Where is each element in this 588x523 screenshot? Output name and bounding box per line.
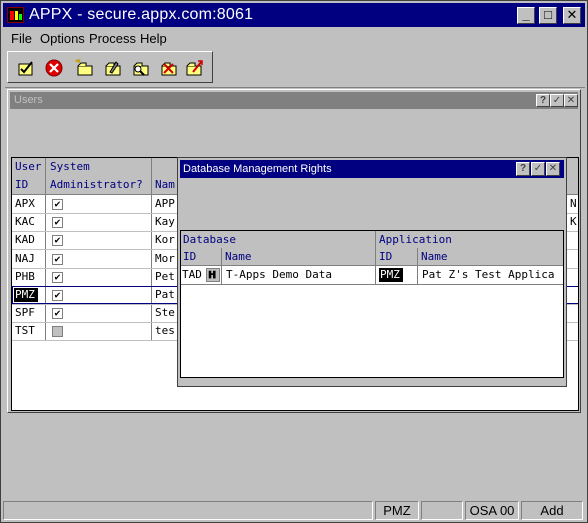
- help-button[interactable]: ?: [516, 162, 530, 176]
- close-button[interactable]: ✕: [563, 7, 581, 24]
- header-user-id: User: [15, 160, 42, 173]
- database-rights-table: Database Application ID Name ID Name TAD…: [180, 230, 564, 378]
- menu-file[interactable]: File: [11, 31, 32, 46]
- system-admin-checkbox[interactable]: ✔: [52, 217, 63, 228]
- change-record-icon[interactable]: [102, 58, 122, 78]
- user-id-cell[interactable]: KAC: [12, 213, 44, 231]
- database-management-rights-window: Database Management Rights ? ✓ ✕ Databas…: [177, 157, 567, 387]
- table-row[interactable]: TAD T-Apps Demo Data PMZ Pat Z's Test Ap…: [181, 266, 563, 284]
- window-title: APPX - secure.appx.com:8061: [29, 6, 254, 23]
- add-record-icon[interactable]: [74, 58, 94, 78]
- users-window-title: Users: [14, 94, 43, 106]
- menu-help[interactable]: Help: [140, 31, 167, 46]
- help-button[interactable]: ?: [536, 94, 550, 107]
- close-button[interactable]: ✕: [564, 94, 578, 107]
- user-id-cell[interactable]: KAD: [12, 231, 44, 249]
- header-db-name: Name: [225, 250, 252, 263]
- menu-options[interactable]: Options: [40, 31, 85, 46]
- header-system-admin: System: [50, 160, 90, 173]
- header-name: Nam: [155, 178, 175, 191]
- user-id-cell[interactable]: APX: [12, 195, 44, 213]
- db-name-cell[interactable]: T-Apps Demo Data: [223, 266, 373, 284]
- user-id-cell[interactable]: PHB: [12, 268, 44, 286]
- system-admin-checkbox[interactable]: ✔: [52, 272, 63, 283]
- ok-button[interactable]: ✓: [531, 162, 545, 176]
- user-id-cell[interactable]: PMZ: [14, 288, 38, 302]
- header-database: Database: [183, 233, 236, 246]
- header-system-admin-line2: Administrator?: [50, 178, 143, 191]
- inquire-record-icon[interactable]: [130, 58, 150, 78]
- dbm-title-bar[interactable]: Database Management Rights ? ✓ ✕: [180, 160, 564, 178]
- check-icon[interactable]: [16, 58, 36, 78]
- system-admin-checkbox[interactable]: ✔: [52, 308, 63, 319]
- header-db-id: ID: [183, 250, 197, 263]
- appx-logo-icon: [7, 7, 24, 23]
- delete-record-icon[interactable]: [158, 58, 178, 78]
- header-user-id-line2: ID: [15, 178, 29, 191]
- system-admin-checkbox[interactable]: ✔: [52, 254, 63, 265]
- user-id-cell[interactable]: TST: [12, 322, 44, 340]
- user-tail-cell: N: [570, 197, 577, 210]
- recycle-icon[interactable]: [184, 58, 204, 78]
- cancel-icon[interactable]: [44, 58, 64, 78]
- app-id-cell[interactable]: PMZ: [379, 268, 403, 282]
- status-process: OSA 00: [465, 501, 519, 520]
- header-app-id: ID: [379, 250, 393, 263]
- user-tail-cell: K: [570, 215, 577, 228]
- appx-window: APPX - secure.appx.com:8061 _ □ ✕ File O…: [0, 0, 588, 523]
- ok-button[interactable]: ✓: [550, 94, 564, 107]
- menu-bar: File Options Process Help: [3, 28, 585, 48]
- database-lookup-icon[interactable]: [206, 268, 220, 282]
- status-message: [3, 501, 373, 520]
- user-id-cell[interactable]: SPF: [12, 304, 44, 322]
- system-admin-checkbox[interactable]: [52, 326, 63, 337]
- toolbar: [7, 51, 213, 83]
- close-button[interactable]: ✕: [546, 162, 560, 176]
- dbm-window-title: Database Management Rights: [183, 163, 332, 175]
- system-admin-checkbox[interactable]: ✔: [52, 199, 63, 210]
- status-user: PMZ: [375, 501, 419, 520]
- status-mode: Add: [521, 501, 583, 520]
- title-bar[interactable]: APPX - secure.appx.com:8061 _ □ ✕: [3, 3, 585, 27]
- minimize-button[interactable]: _: [517, 7, 535, 24]
- status-bar: PMZ OSA 00 Add: [3, 500, 585, 521]
- menu-process[interactable]: Process: [89, 31, 136, 46]
- header-application: Application: [379, 233, 452, 246]
- status-blank: [421, 501, 463, 520]
- header-app-name: Name: [421, 250, 448, 263]
- maximize-button[interactable]: □: [539, 7, 557, 24]
- user-id-cell[interactable]: NAJ: [12, 250, 44, 268]
- system-admin-checkbox[interactable]: ✔: [52, 290, 63, 301]
- users-title-bar[interactable]: Users ? ✓ ✕: [10, 92, 578, 109]
- system-admin-checkbox[interactable]: ✔: [52, 235, 63, 246]
- app-name-cell[interactable]: Pat Z's Test Applica: [419, 266, 563, 284]
- db-id-cell[interactable]: TAD: [181, 266, 206, 284]
